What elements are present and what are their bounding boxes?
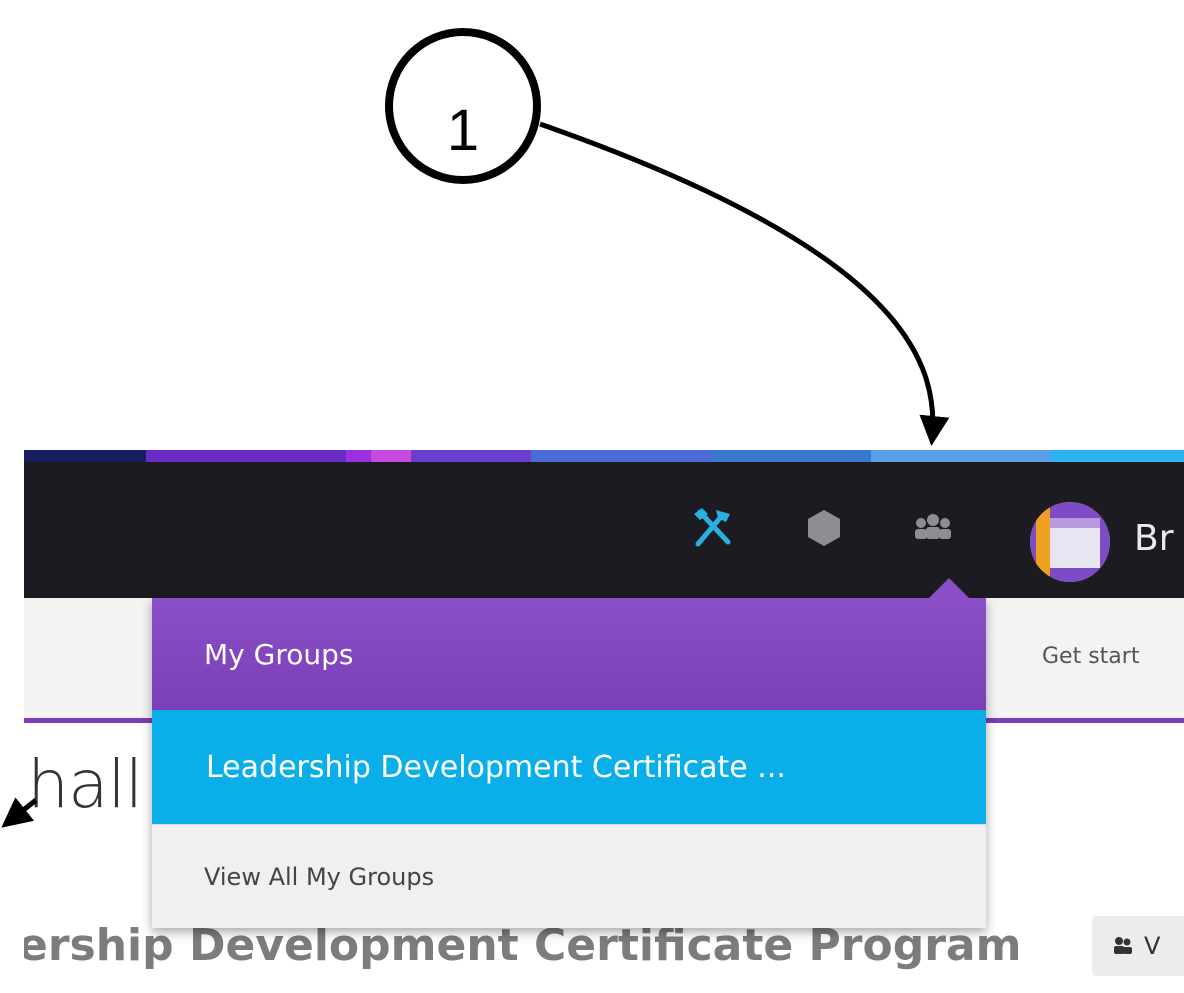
view-members-button[interactable]: V [1092, 916, 1184, 976]
top-nav-bar: Br [24, 462, 1184, 598]
get-started-link[interactable]: Get start [1042, 644, 1139, 669]
members-icon [1114, 937, 1132, 954]
dropdown-item-group[interactable]: Leadership Development Certificate ... [152, 710, 986, 824]
user-name[interactable]: Br [1134, 518, 1174, 559]
strip-segment [1051, 450, 1184, 462]
strip-segment [24, 450, 146, 462]
groups-icon[interactable] [910, 508, 956, 548]
strip-segment [411, 450, 531, 462]
dropdown-header: My Groups [152, 598, 986, 710]
strip-segment [146, 450, 346, 462]
color-strip [24, 450, 1184, 462]
strip-segment [871, 450, 1051, 462]
strip-segment [711, 450, 871, 462]
view-all-groups-link[interactable]: View All My Groups [152, 824, 986, 928]
avatar[interactable] [1030, 502, 1110, 582]
view-members-label: V [1144, 932, 1161, 960]
app-window: Br Get start :hall ership Development Ce… [24, 450, 1184, 993]
strip-segment [346, 450, 371, 462]
groups-dropdown: My Groups Leadership Development Certifi… [152, 578, 986, 928]
callout-number: 1 [446, 97, 480, 163]
callout-arrow [539, 121, 950, 446]
hexagon-icon[interactable] [804, 508, 844, 548]
strip-segment [371, 450, 411, 462]
dropdown-caret [929, 578, 969, 598]
page-heading: :hall [24, 746, 143, 823]
strip-segment [531, 450, 711, 462]
tools-icon[interactable] [690, 504, 736, 550]
